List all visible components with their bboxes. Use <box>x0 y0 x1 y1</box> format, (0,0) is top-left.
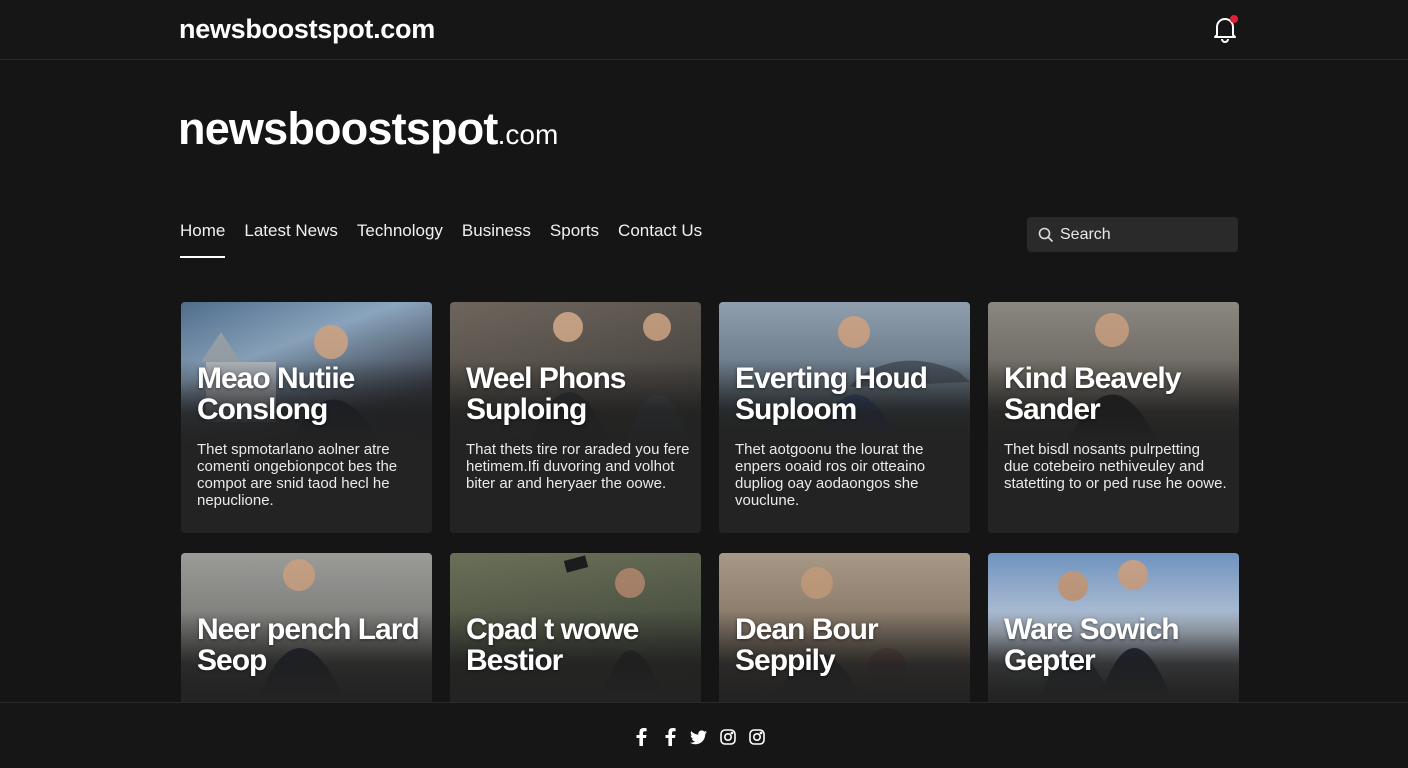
article-title[interactable]: Everting Houd Suploom <box>735 363 960 425</box>
article-card[interactable]: Everting Houd Suploom Thet aotgoonu the … <box>719 302 970 533</box>
article-title[interactable]: Ware Sowich Gepter <box>1004 614 1229 676</box>
main-nav: Home Latest News Technology Business Spo… <box>180 220 721 260</box>
article-excerpt: Thet bisdl nosants pulrpetting due coteb… <box>1004 441 1227 492</box>
site-brand[interactable]: newsboostspot.com <box>179 14 435 45</box>
notification-bell-icon[interactable] <box>1212 15 1240 45</box>
nav-item-business[interactable]: Business <box>462 220 531 258</box>
nav-item-technology[interactable]: Technology <box>357 220 443 258</box>
twitter-icon[interactable] <box>690 728 707 746</box>
article-title[interactable]: Cpad t wowe Bestior <box>466 614 691 676</box>
article-excerpt: Thet spmotarlano aolner atre comenti ong… <box>197 441 398 509</box>
hero-logo-suffix: .com <box>497 119 559 150</box>
article-title[interactable]: Kind Beavely Sander <box>1004 363 1229 425</box>
footer <box>0 702 1408 768</box>
search-input[interactable] <box>1060 225 1220 244</box>
article-excerpt: Thet aotgoonu the lourat the enpers ooai… <box>735 441 926 509</box>
nav-item-latest-news[interactable]: Latest News <box>244 220 338 258</box>
article-card[interactable]: Weel Phons Suploing That thets tire ror … <box>450 302 701 533</box>
facebook-icon[interactable] <box>632 728 649 746</box>
article-title[interactable]: Meao Nutiie Conslong <box>197 363 422 425</box>
nav-item-contact-us[interactable]: Contact Us <box>618 220 702 258</box>
article-card[interactable]: Meao Nutiie Conslong Thet spmotarlano ao… <box>181 302 432 533</box>
article-card[interactable]: Kind Beavely Sander Thet bisdl nosants p… <box>988 302 1239 533</box>
facebook-icon[interactable] <box>661 728 678 746</box>
nav-item-sports[interactable]: Sports <box>550 220 599 258</box>
article-title[interactable]: Weel Phons Suploing <box>466 363 691 425</box>
instagram-icon[interactable] <box>719 728 736 746</box>
instagram-icon[interactable] <box>748 728 765 746</box>
article-title[interactable]: Dean Bour Seppily <box>735 614 960 676</box>
nav-item-home[interactable]: Home <box>180 220 226 258</box>
notification-dot <box>1230 15 1238 23</box>
article-title[interactable]: Neer pench Lard Seop <box>197 614 422 676</box>
search-box[interactable] <box>1027 217 1238 252</box>
article-excerpt: That thets tire ror araded you fere heti… <box>466 441 690 492</box>
top-bar: newsboostspot.com <box>0 0 1408 60</box>
social-links <box>632 728 765 746</box>
hero-logo-main: newsboostspot <box>178 103 498 154</box>
hero-logo: newsboostspot.com <box>178 103 558 155</box>
search-icon <box>1038 227 1054 242</box>
